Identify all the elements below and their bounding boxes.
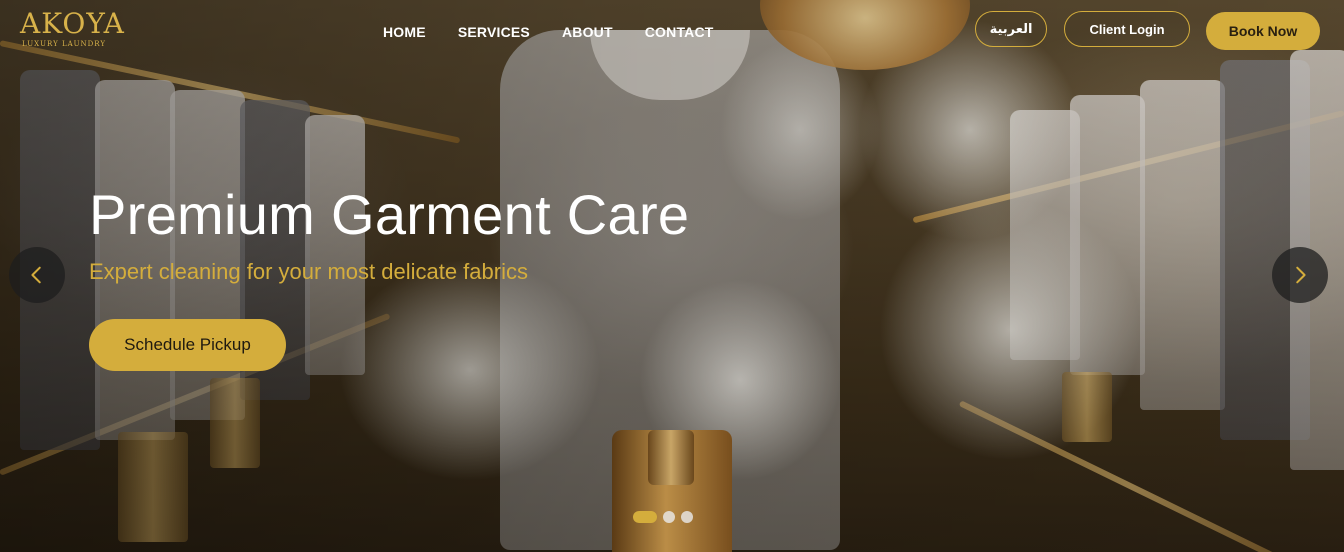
carousel-dot-1[interactable] [633,511,657,523]
client-login-button[interactable]: Client Login [1064,11,1190,47]
nav-link-about[interactable]: ABOUT [562,24,613,40]
carousel-dot-3[interactable] [681,511,693,523]
nav-link-home[interactable]: HOME [383,24,426,40]
carousel-prev-button[interactable] [9,247,65,303]
brand-logo-word: AKOYA [20,7,125,40]
carousel-indicators [633,511,693,523]
hero-title: Premium Garment Care [89,183,690,246]
language-toggle-button[interactable]: العربية [975,11,1047,47]
chevron-left-icon [31,266,41,284]
brand-logo[interactable]: AKOYA LUXURY LAUNDRY [20,7,125,50]
hero-section: AKOYA LUXURY LAUNDRY HOME SERVICES ABOUT… [0,0,1344,552]
carousel-next-button[interactable] [1272,247,1328,303]
main-nav: HOME SERVICES ABOUT CONTACT [383,24,746,40]
carousel-dot-2[interactable] [663,511,675,523]
hero-subtitle: Expert cleaning for your most delicate f… [89,259,528,284]
chevron-right-icon [1296,266,1306,284]
book-now-button[interactable]: Book Now [1206,12,1320,50]
nav-link-services[interactable]: SERVICES [458,24,530,40]
nav-link-contact[interactable]: CONTACT [645,24,714,40]
brand-logo-tagline: LUXURY LAUNDRY [22,40,106,48]
schedule-pickup-button[interactable]: Schedule Pickup [89,319,286,371]
top-navbar: AKOYA LUXURY LAUNDRY HOME SERVICES ABOUT… [0,0,1344,64]
